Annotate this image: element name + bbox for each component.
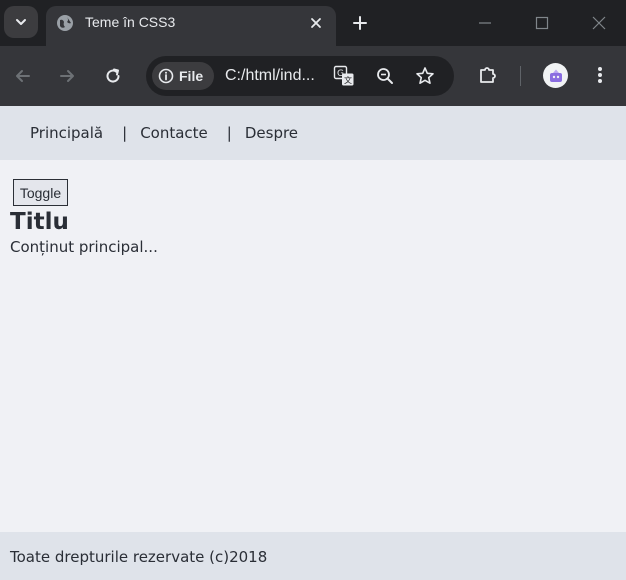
new-tab-button[interactable] (348, 12, 372, 34)
svg-text:文: 文 (344, 75, 352, 85)
nav-link-principala[interactable]: Principală (30, 124, 103, 142)
arrow-left-icon (16, 70, 30, 82)
puzzle-icon (480, 67, 496, 83)
site-info-chip[interactable]: File (152, 62, 214, 90)
address-bar[interactable]: File C:/html/ind... G文 (146, 56, 454, 96)
plus-icon (353, 16, 367, 30)
tab-close-button[interactable] (306, 13, 326, 33)
arrow-right-icon (60, 70, 74, 82)
close-icon (592, 16, 606, 30)
minimize-button[interactable] (474, 12, 496, 34)
nav-link-despre[interactable]: Despre (245, 124, 298, 142)
kebab-menu-icon (598, 67, 602, 83)
browser-tab[interactable]: Teme în CSS3 (46, 6, 336, 46)
back-button[interactable] (11, 64, 35, 88)
chevron-down-icon (16, 19, 26, 25)
forward-button[interactable] (55, 64, 79, 88)
translate-button[interactable]: G文 (333, 65, 355, 87)
translate-icon: G文 (333, 65, 354, 86)
tab-search-button[interactable] (4, 6, 38, 38)
browser-menu-button[interactable] (587, 62, 613, 88)
browser-toolbar: File C:/html/ind... G文 (0, 46, 626, 106)
minimize-icon (479, 22, 491, 24)
page-title: Titlu (10, 209, 69, 235)
footer-copyright: Toate drepturile rezervate (c)2018 (10, 548, 268, 566)
main-content-text: Conținut principal... (10, 238, 158, 256)
nav-separator: | (122, 124, 128, 142)
zoom-button[interactable] (374, 65, 396, 87)
info-icon (158, 68, 174, 84)
url-text: C:/html/ind... (225, 67, 315, 84)
reload-button[interactable] (101, 64, 125, 88)
zoom-out-icon (377, 68, 393, 84)
toolbar-divider (520, 66, 521, 86)
scheme-label: File (179, 68, 204, 84)
profile-avatar[interactable] (543, 63, 568, 88)
maximize-icon (535, 16, 549, 30)
tab-title: Teme în CSS3 (85, 14, 176, 30)
site-footer: Toate drepturile rezervate (c)2018 (0, 532, 626, 580)
globe-icon (57, 15, 73, 31)
page-viewport: Principală | Contacte | Despre Toggle Ti… (0, 106, 626, 580)
nav-separator: | (226, 124, 232, 142)
close-window-button[interactable] (588, 12, 610, 34)
bookmark-button[interactable] (414, 65, 436, 87)
close-icon (311, 18, 321, 28)
reload-icon (106, 68, 120, 83)
site-nav: Principală | Contacte | Despre (0, 106, 626, 160)
nav-link-contacte[interactable]: Contacte (140, 124, 208, 142)
maximize-button[interactable] (531, 12, 553, 34)
extensions-button[interactable] (475, 62, 501, 88)
avatar-icon (549, 69, 562, 82)
star-icon (416, 67, 434, 84)
browser-tab-strip: Teme în CSS3 (0, 0, 626, 46)
toggle-button[interactable]: Toggle (13, 179, 68, 206)
